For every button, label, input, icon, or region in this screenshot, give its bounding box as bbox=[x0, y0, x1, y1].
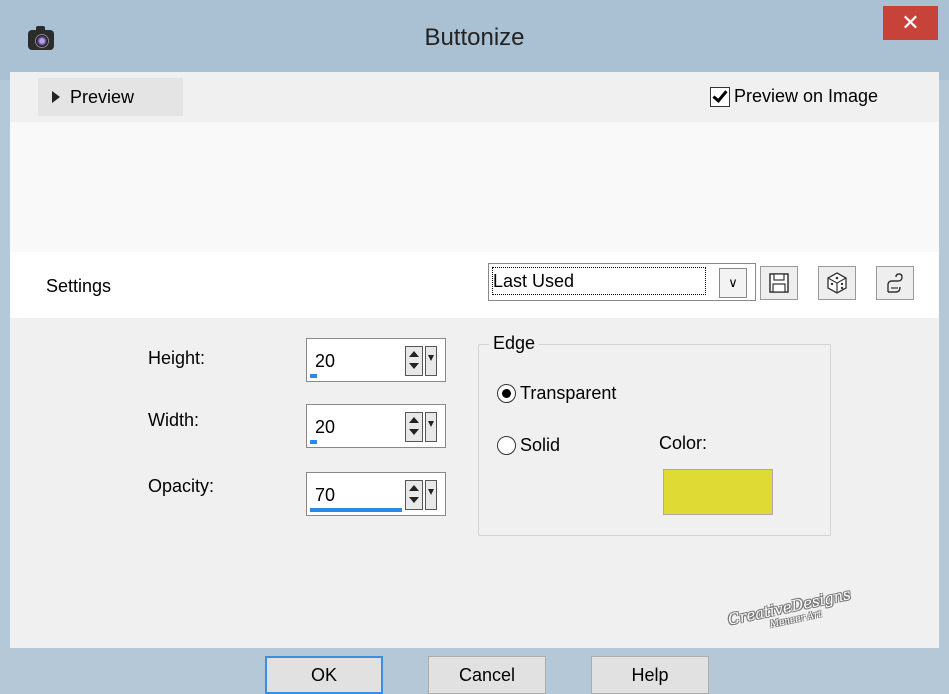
opacity-spinner[interactable]: 70 bbox=[306, 472, 446, 516]
dialog-client: Preview Preview on Image Settings Last U… bbox=[10, 72, 939, 694]
edge-legend: Edge bbox=[489, 333, 540, 354]
preset-value: Last Used bbox=[491, 266, 707, 296]
window-title: Buttonize bbox=[424, 24, 525, 51]
color-label: Color: bbox=[659, 433, 708, 453]
height-spinner[interactable]: 20 bbox=[306, 338, 446, 382]
preset-dropdown[interactable]: Last Used ∨ bbox=[488, 263, 756, 301]
reset-hand-icon bbox=[887, 273, 903, 293]
opacity-value[interactable]: 70 bbox=[315, 485, 335, 506]
settings-label: Settings bbox=[46, 276, 112, 296]
transparent-radio[interactable]: Transparent bbox=[497, 383, 616, 404]
height-reset-icon[interactable] bbox=[425, 346, 437, 376]
radio-unselected-icon[interactable] bbox=[497, 436, 516, 455]
opacity-label: Opacity: bbox=[148, 476, 215, 496]
cancel-button[interactable]: Cancel bbox=[428, 656, 546, 694]
height-label: Height: bbox=[148, 348, 206, 368]
up-down-arrows-icon[interactable] bbox=[405, 480, 423, 510]
creative-designs-watermark: CreativeDesigns Meneer Art bbox=[726, 585, 853, 631]
help-button[interactable]: Help bbox=[591, 656, 709, 694]
reset-defaults-button[interactable] bbox=[876, 266, 914, 300]
solid-radio[interactable]: Solid bbox=[497, 435, 560, 456]
width-spinner[interactable]: 20 bbox=[306, 404, 446, 448]
ok-button[interactable]: OK bbox=[265, 656, 383, 694]
up-down-arrows-icon[interactable] bbox=[405, 412, 423, 442]
randomize-dice-icon bbox=[827, 272, 847, 294]
main-panel: Height: 20 Width: 20 Opacity: 70 Edge Tr… bbox=[10, 318, 939, 694]
color-swatch[interactable] bbox=[663, 469, 773, 515]
expand-triangle-icon bbox=[52, 91, 60, 103]
checkmark-icon[interactable] bbox=[710, 86, 730, 107]
transparent-label: Transparent bbox=[520, 383, 617, 403]
close-button[interactable]: ✕ bbox=[883, 6, 938, 40]
solid-label: Solid bbox=[520, 435, 561, 455]
height-value[interactable]: 20 bbox=[315, 351, 335, 372]
preview-toggle[interactable]: Preview bbox=[38, 78, 183, 116]
radio-selected-icon[interactable] bbox=[497, 384, 516, 403]
preview-on-image-checkbox[interactable]: Preview on Image bbox=[710, 86, 878, 107]
up-down-arrows-icon[interactable] bbox=[405, 346, 423, 376]
chevron-down-icon[interactable]: ∨ bbox=[719, 268, 747, 298]
height-slider-bar[interactable] bbox=[310, 374, 317, 378]
preview-toggle-label: Preview bbox=[70, 86, 135, 107]
save-icon bbox=[769, 273, 789, 293]
edge-group: Edge Transparent Solid Color: bbox=[478, 333, 831, 536]
settings-bar: Settings Last Used ∨ bbox=[10, 252, 939, 318]
width-value[interactable]: 20 bbox=[315, 417, 335, 438]
preview-area bbox=[10, 122, 939, 252]
preview-on-image-label: Preview on Image bbox=[734, 86, 879, 106]
width-reset-icon[interactable] bbox=[425, 412, 437, 442]
opacity-slider-bar[interactable] bbox=[310, 508, 402, 512]
width-slider-bar[interactable] bbox=[310, 440, 317, 444]
title-bar: Buttonize ✕ bbox=[0, 0, 949, 80]
randomize-button[interactable] bbox=[818, 266, 856, 300]
width-label: Width: bbox=[148, 410, 200, 430]
opacity-reset-icon[interactable] bbox=[425, 480, 437, 510]
preview-bar: Preview Preview on Image bbox=[10, 72, 939, 122]
save-preset-button[interactable] bbox=[760, 266, 798, 300]
